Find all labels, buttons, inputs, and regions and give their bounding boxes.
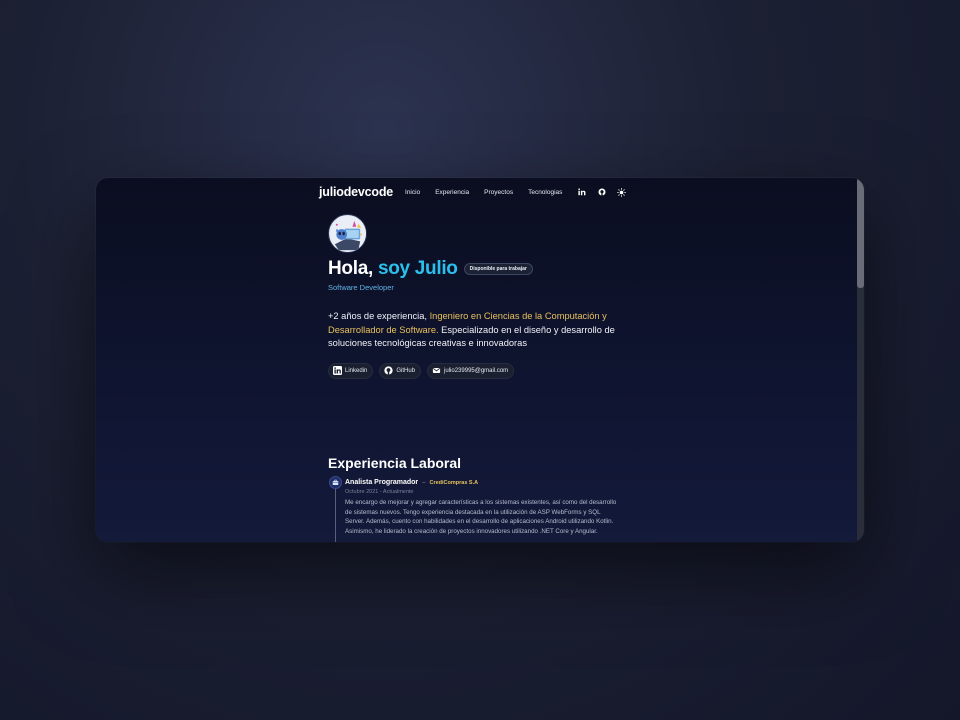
briefcase-icon [329, 476, 342, 489]
nav-link-inicio[interactable]: Inicio [405, 189, 420, 196]
linkedin-label: Linkedin [345, 367, 368, 374]
github-button[interactable]: GitHub [379, 362, 422, 379]
bio-text-1: +2 años de experiencia, [328, 311, 430, 321]
hero: Hola, soy Julio Disponible para trabajar… [328, 214, 628, 379]
email-button[interactable]: julio239995@gmail.com [427, 362, 515, 379]
mail-icon [432, 367, 441, 374]
avatar [328, 214, 367, 253]
job-separator: – [422, 479, 426, 486]
hero-title: Hola, soy Julio Disponible para trabajar [328, 258, 628, 280]
experience-heading: Experiencia Laboral [328, 455, 462, 471]
job-date: Octubre 2021 - Actualmente [345, 489, 414, 495]
nav-link-tecnologias[interactable]: Tecnologias [528, 189, 562, 196]
linkedin-icon[interactable] [577, 188, 586, 197]
role-subtitle: Software Developer [328, 283, 394, 292]
job-company[interactable]: CrediCompras S.A [429, 480, 478, 486]
scrollbar-thumb[interactable] [857, 178, 864, 288]
nav-link-experiencia[interactable]: Experiencia [435, 189, 469, 196]
github-label: GitHub [396, 367, 416, 374]
job-title: Analista Programador [345, 479, 419, 486]
job-entry: Analista Programador – CrediCompras S.A … [345, 479, 617, 536]
job-header: Analista Programador – CrediCompras S.A [345, 479, 617, 486]
scrollbar[interactable] [857, 178, 864, 542]
bio-paragraph: +2 años de experiencia, Ingeniero en Cie… [328, 310, 628, 351]
browser-window: juliodevcode Inicio Experiencia Proyecto… [96, 178, 864, 542]
social-links: Linkedin GitHub julio239995@gmail.com [328, 362, 628, 379]
greeting: Hola, [328, 258, 373, 279]
availability-badge: Disponible para trabajar [463, 263, 533, 275]
timeline-line [335, 488, 336, 542]
logo[interactable]: juliodevcode [319, 185, 393, 199]
email-label: julio239995@gmail.com [444, 367, 509, 374]
github-icon[interactable] [597, 188, 606, 197]
job-description: Me encargo de mejorar y agregar caracter… [345, 499, 617, 535]
top-nav: juliodevcode Inicio Experiencia Proyecto… [319, 183, 637, 201]
linkedin-button[interactable]: Linkedin [328, 362, 374, 379]
github-icon [384, 366, 393, 375]
sun-icon[interactable] [617, 187, 627, 197]
nav-link-proyectos[interactable]: Proyectos [484, 189, 513, 196]
linkedin-icon [333, 366, 342, 375]
hero-name: soy Julio [377, 258, 458, 279]
